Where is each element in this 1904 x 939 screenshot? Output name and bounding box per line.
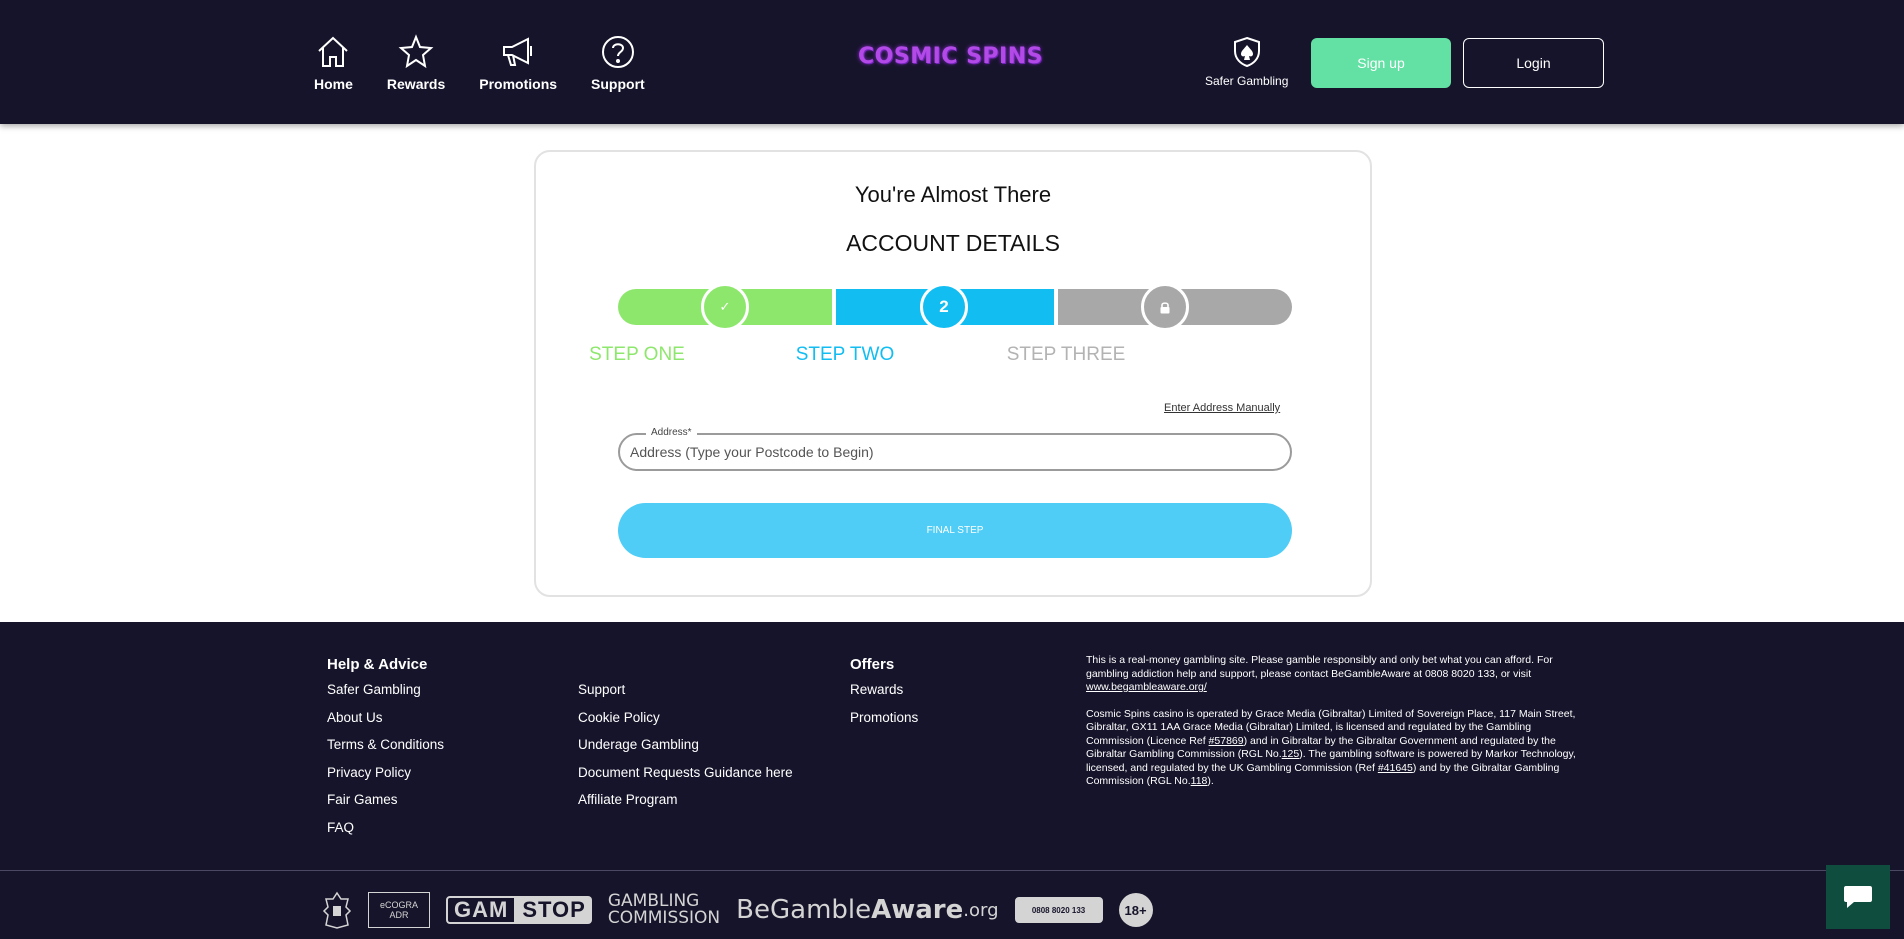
step-two-label: STEP TWO — [795, 344, 895, 365]
gibraltar-crest-icon[interactable] — [322, 891, 352, 929]
nav-promotions[interactable]: Promotions — [479, 34, 557, 92]
footer-link-promotions[interactable]: Promotions — [850, 710, 918, 738]
step-three-lock — [1141, 283, 1189, 331]
step-three-label: STEP THREE — [1006, 344, 1126, 365]
site-footer: Help & Advice Safer Gambling About Us Te… — [0, 622, 1904, 939]
nav-home-label: Home — [314, 76, 353, 92]
footer-link-affiliate[interactable]: Affiliate Program — [578, 792, 793, 820]
address-input[interactable] — [630, 440, 1270, 464]
age-18-plus-badge: 18+ — [1118, 893, 1153, 927]
footer-link-rewards[interactable]: Rewards — [850, 682, 918, 710]
step-progress-bar: ✓ 2 — [618, 283, 1292, 331]
footer-link-faq[interactable]: FAQ — [327, 820, 444, 848]
regulator-badges: eCOGRA ADR GAM STOP GAMBLING COMMISSION B… — [322, 885, 1169, 935]
nav-home[interactable]: Home — [314, 34, 353, 92]
legal-paragraph-1: This is a real-money gambling site. Plea… — [1086, 654, 1553, 693]
step-two-number: 2 — [920, 283, 968, 331]
licence-57869-link[interactable]: #57869 — [1209, 735, 1244, 747]
question-icon — [601, 36, 634, 68]
form-heading: You're Almost There — [854, 182, 1052, 207]
footer-link-about-us[interactable]: About Us — [327, 710, 444, 738]
footer-link-privacy[interactable]: Privacy Policy — [327, 765, 444, 793]
address-field: Address* — [618, 427, 1292, 471]
nav-support-label: Support — [591, 76, 645, 92]
footer-link-safer-gambling[interactable]: Safer Gambling — [327, 682, 444, 710]
site-header: Home Rewards Promotions Support COSMIC S… — [0, 0, 1904, 124]
begambleaware-link[interactable]: www.begambleaware.org/ — [1086, 681, 1207, 693]
footer-offers-column: Offers Rewards Promotions — [850, 656, 918, 737]
address-label: Address* — [646, 427, 697, 438]
home-icon — [318, 36, 349, 67]
rgl-118-link[interactable]: 118 — [1191, 775, 1208, 787]
footer-help-heading: Help & Advice — [327, 656, 428, 673]
enter-address-manually-link[interactable]: Enter Address Manually — [1164, 402, 1280, 414]
footer-link-terms[interactable]: Terms & Conditions — [327, 737, 444, 765]
nav-rewards-label: Rewards — [386, 76, 446, 92]
gamstop-badge[interactable]: GAM STOP — [446, 896, 592, 924]
footer-divider — [0, 870, 1904, 871]
ref-41645-link[interactable]: #41645 — [1378, 762, 1413, 774]
star-icon — [398, 34, 434, 69]
main-nav: Home Rewards Promotions Support — [314, 34, 679, 92]
rgl-125-link[interactable]: 125 — [1282, 748, 1300, 760]
form-subheading: ACCOUNT DETAILS — [846, 230, 1060, 256]
chat-bubble-icon — [1844, 886, 1872, 908]
footer-link-cookie-policy[interactable]: Cookie Policy — [578, 710, 793, 738]
footer-link-fair-games[interactable]: Fair Games — [327, 792, 444, 820]
gambling-helpline-badge[interactable]: 0808 8020 133 — [1014, 897, 1103, 923]
step-one-check-icon: ✓ — [701, 283, 749, 331]
registration-card: You're Almost There ACCOUNT DETAILS ✓ 2 … — [534, 150, 1372, 597]
megaphone-icon — [503, 37, 533, 66]
footer-link-document-requests[interactable]: Document Requests Guidance here — [578, 765, 793, 793]
nav-promotions-label: Promotions — [479, 76, 558, 92]
shield-spade-icon — [1233, 36, 1260, 68]
login-button[interactable]: Login — [1463, 38, 1604, 88]
site-logo[interactable]: COSMIC SPINS — [858, 44, 1043, 69]
safer-gambling-label: Safer Gambling — [1205, 74, 1289, 88]
footer-offers-heading: Offers — [850, 656, 895, 673]
footer-link-support[interactable]: Support — [578, 682, 793, 710]
ecogra-badge[interactable]: eCOGRA ADR — [368, 892, 430, 928]
nav-support[interactable]: Support — [591, 34, 645, 92]
gambling-commission-badge[interactable]: GAMBLING COMMISSION — [608, 893, 720, 927]
safer-gambling-link[interactable]: Safer Gambling — [1205, 36, 1288, 88]
begambleaware-badge[interactable]: Be Gamble Aware .org — [736, 895, 998, 925]
live-chat-button[interactable] — [1826, 865, 1890, 929]
lock-icon — [1160, 301, 1170, 313]
footer-support-column: Support Cookie Policy Underage Gambling … — [578, 656, 793, 820]
footer-link-underage-gambling[interactable]: Underage Gambling — [578, 737, 793, 765]
legal-disclaimer: This is a real-money gambling site. Plea… — [1086, 654, 1581, 802]
signup-button[interactable]: Sign up — [1311, 38, 1451, 88]
legal-paragraph-2: Cosmic Spins casino is operated by Grace… — [1086, 707, 1576, 788]
footer-help-column: Help & Advice Safer Gambling About Us Te… — [327, 656, 444, 847]
step-one-label: STEP ONE — [589, 344, 685, 365]
nav-rewards[interactable]: Rewards — [387, 34, 445, 92]
final-step-button[interactable]: FINAL STEP — [618, 503, 1292, 558]
